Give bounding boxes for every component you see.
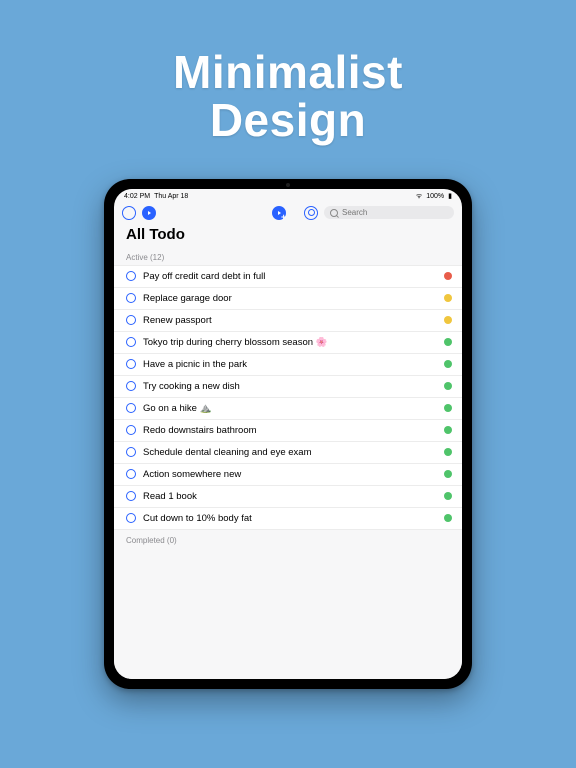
battery-icon: ▮ [448,192,452,200]
todo-checkbox[interactable] [126,447,136,457]
wifi-icon: ᯤ [416,192,422,201]
todo-row[interactable]: Renew passport [114,309,462,331]
todo-text: Renew passport [143,315,437,326]
todo-row[interactable]: Pay off credit card debt in full [114,265,462,287]
hero-line-1: Minimalist [173,48,403,96]
todo-row[interactable]: Replace garage door [114,287,462,309]
tablet-frame: 4:02 PM Thu Apr 18 ᯤ 100% ▮ All Todo Act… [104,179,472,689]
todo-row[interactable]: Have a picnic in the park [114,353,462,375]
status-date: Thu Apr 18 [154,193,188,200]
priority-dot [444,294,452,302]
section-active-label: Active (12) [114,247,462,265]
priority-dot [444,470,452,478]
todo-checkbox[interactable] [126,491,136,501]
priority-dot [444,338,452,346]
todo-checkbox[interactable] [126,403,136,413]
add-button[interactable] [272,206,286,220]
todo-checkbox[interactable] [126,293,136,303]
search-field[interactable] [324,206,454,219]
hero-title: Minimalist Design [173,48,403,145]
screen: 4:02 PM Thu Apr 18 ᯤ 100% ▮ All Todo Act… [114,189,462,679]
priority-dot [444,316,452,324]
todo-text: Schedule dental cleaning and eye exam [143,447,437,458]
priority-dot [444,514,452,522]
status-bar: 4:02 PM Thu Apr 18 ᯤ 100% ▮ [114,189,462,202]
priority-dot [444,448,452,456]
todo-row[interactable]: Cut down to 10% body fat [114,507,462,529]
status-time: 4:02 PM [124,193,150,200]
todo-text: Tokyo trip during cherry blossom season … [143,337,437,348]
empty-area [114,548,462,679]
todo-row[interactable]: Action somewhere new [114,463,462,485]
priority-dot [444,360,452,368]
todo-checkbox[interactable] [126,271,136,281]
todo-checkbox[interactable] [126,315,136,325]
todo-checkbox[interactable] [126,513,136,523]
todo-checkbox[interactable] [126,359,136,369]
todo-row[interactable]: Try cooking a new dish [114,375,462,397]
todo-row[interactable]: Go on a hike ⛰️ [114,397,462,419]
todo-text: Go on a hike ⛰️ [143,403,437,414]
priority-dot [444,492,452,500]
todo-row[interactable]: Tokyo trip during cherry blossom season … [114,331,462,353]
todo-checkbox[interactable] [126,381,136,391]
play-button[interactable] [142,206,156,220]
todo-checkbox[interactable] [126,337,136,347]
search-input[interactable] [342,208,448,217]
page-title: All Todo [114,226,462,247]
todo-text: Action somewhere new [143,469,437,480]
hero-line-2: Design [173,96,403,144]
todo-text: Have a picnic in the park [143,359,437,370]
priority-dot [444,426,452,434]
todo-row[interactable]: Redo downstairs bathroom [114,419,462,441]
todo-text: Read 1 book [143,491,437,502]
priority-dot [444,404,452,412]
todo-row[interactable]: Schedule dental cleaning and eye exam [114,441,462,463]
todo-checkbox[interactable] [126,469,136,479]
toolbar [114,202,462,226]
device-notch [261,181,315,189]
todo-text: Pay off credit card debt in full [143,271,437,282]
section-completed-label: Completed (0) [114,529,462,548]
priority-dot [444,272,452,280]
filter-button[interactable] [122,206,136,220]
todo-list: Pay off credit card debt in full Replace … [114,265,462,529]
priority-dot [444,382,452,390]
search-icon [330,209,338,217]
todo-row[interactable]: Read 1 book [114,485,462,507]
todo-text: Cut down to 10% body fat [143,513,437,524]
todo-text: Redo downstairs bathroom [143,425,437,436]
todo-checkbox[interactable] [126,425,136,435]
todo-text: Replace garage door [143,293,437,304]
todo-text: Try cooking a new dish [143,381,437,392]
status-battery: 100% [426,193,444,200]
settings-button[interactable] [304,206,318,220]
